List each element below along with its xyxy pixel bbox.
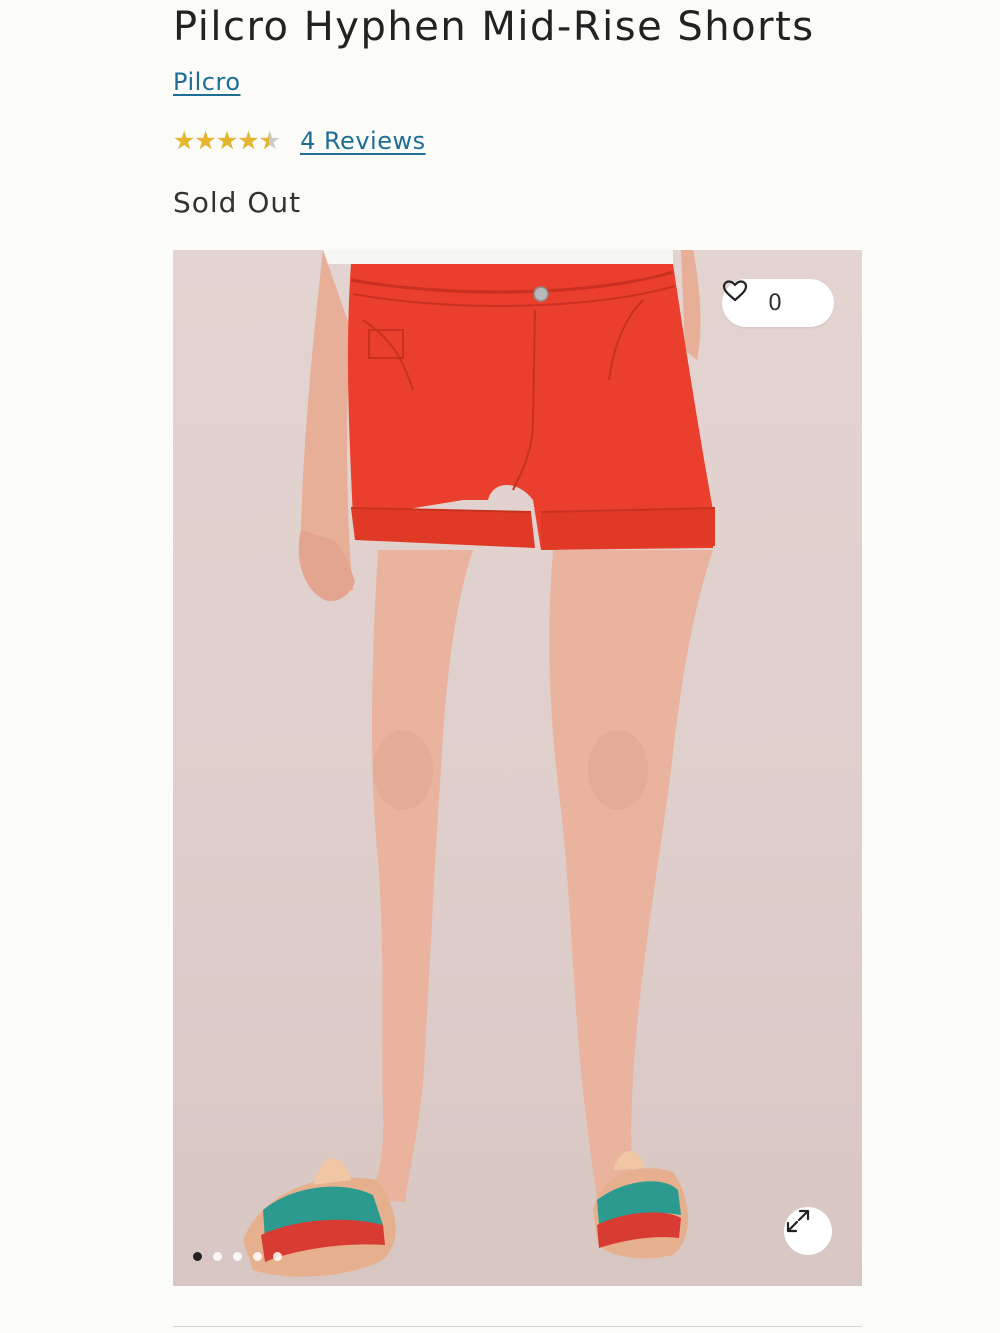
- product-page: Pilcro Hyphen Mid-Rise Shorts Pilcro ★★★…: [0, 0, 1000, 1333]
- gallery-dot-2[interactable]: [213, 1252, 222, 1261]
- product-photo: [243, 250, 716, 1277]
- section-divider: [173, 1326, 862, 1327]
- gallery-dot-3[interactable]: [233, 1252, 242, 1261]
- favorite-button[interactable]: 0: [722, 279, 834, 327]
- star-rating[interactable]: ★★★★★ ★★★★★: [173, 124, 281, 158]
- gallery-dot-4[interactable]: [253, 1252, 262, 1261]
- brand-link[interactable]: Pilcro: [173, 68, 241, 96]
- favorite-count: 0: [768, 290, 782, 316]
- rating-row: ★★★★★ ★★★★★ 4 Reviews: [173, 124, 426, 158]
- gallery-dot-5[interactable]: [273, 1252, 282, 1261]
- gallery-pagination: [193, 1252, 282, 1261]
- expand-icon: [786, 1209, 810, 1233]
- gallery-dot-1[interactable]: [193, 1252, 202, 1261]
- heart-icon: [722, 280, 748, 302]
- product-image-gallery[interactable]: 0: [173, 250, 862, 1286]
- reviews-link[interactable]: 4 Reviews: [300, 127, 426, 155]
- star-rating-fill: ★★★★★: [173, 126, 269, 155]
- availability-status: Sold Out: [173, 186, 302, 219]
- product-title: Pilcro Hyphen Mid-Rise Shorts: [173, 4, 815, 50]
- expand-image-button[interactable]: [784, 1207, 832, 1255]
